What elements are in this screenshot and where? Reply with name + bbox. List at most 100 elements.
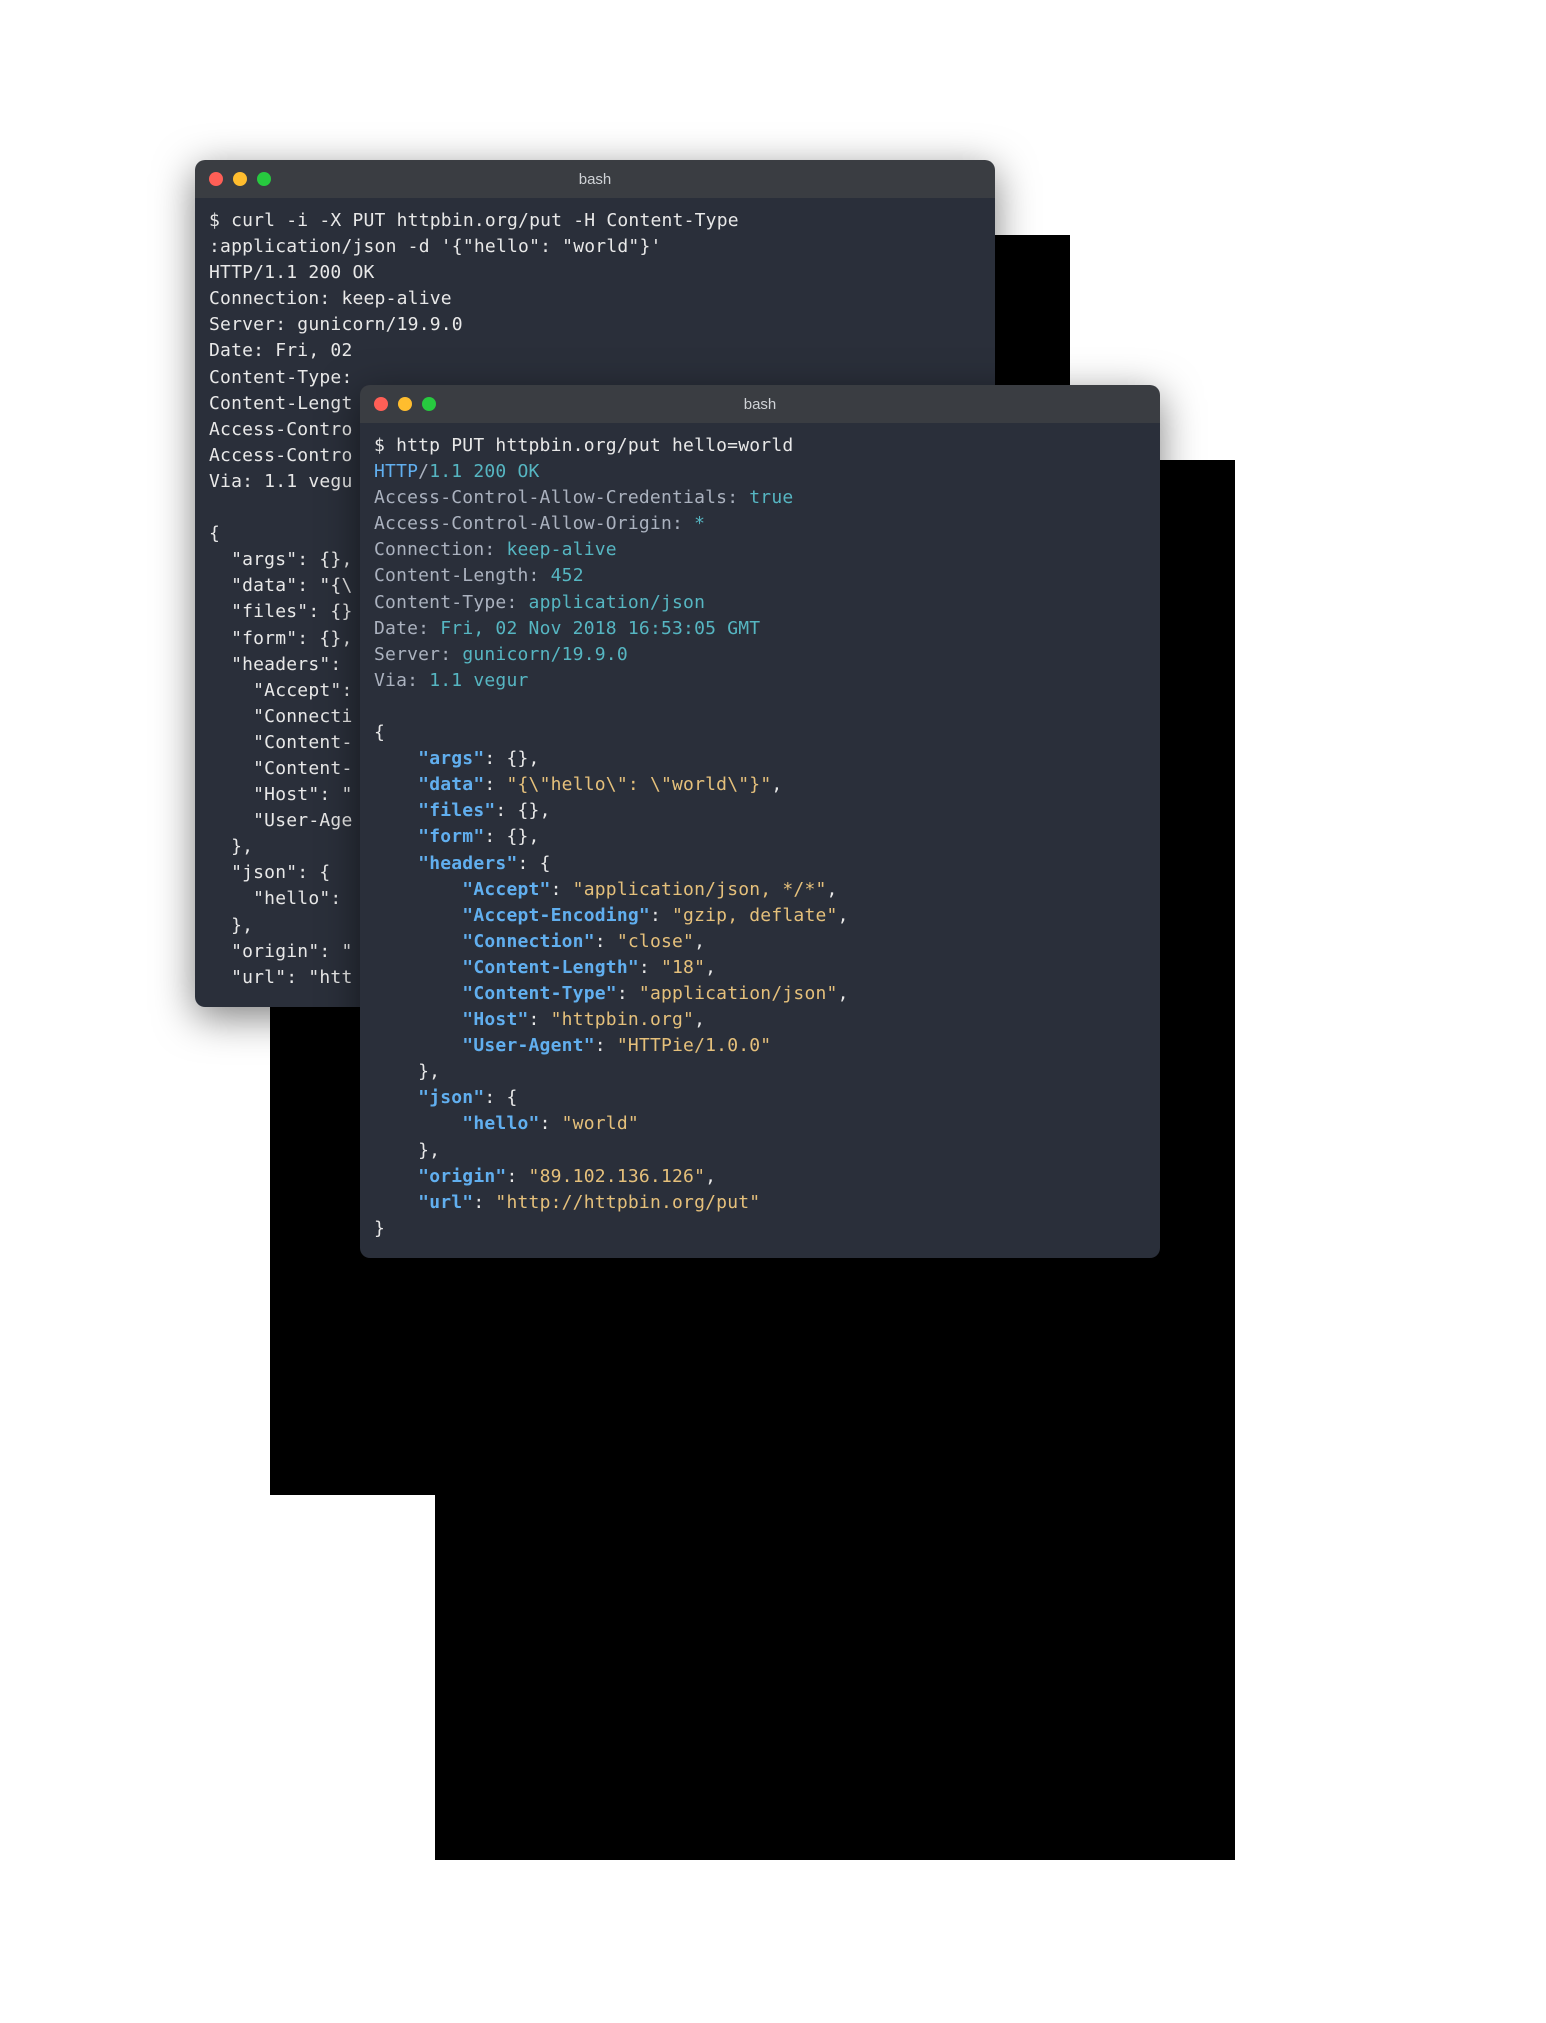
terminal-text-span (374, 774, 418, 795)
terminal-text-span: Content-Type: (209, 367, 364, 388)
terminal-text-span: "Host": " (209, 784, 352, 805)
terminal-window-2[interactable]: bash $ http PUT httpbin.org/put hello=wo… (360, 385, 1160, 1258)
terminal-text-span: {} (506, 826, 528, 847)
terminal-text-span: Server: gunicorn/19.9.0 (209, 314, 463, 335)
terminal-line: "Host": "httpbin.org", (374, 1007, 1146, 1033)
terminal-line: "User-Agent": "HTTPie/1.0.0" (374, 1033, 1146, 1059)
terminal-text-span: keep-alive (495, 539, 616, 560)
terminal-text-span: Content-Lengt (209, 393, 352, 414)
terminal-text-span: : (540, 1113, 562, 1134)
terminal-text-span: "gzip, deflate" (672, 905, 838, 926)
terminal-text-span: "headers": (209, 654, 352, 675)
terminal-text-span (374, 1113, 462, 1134)
terminal-line: "origin": "89.102.136.126", (374, 1164, 1146, 1190)
terminal-text-span: "args": {}, (209, 549, 352, 570)
terminal-line: "Content-Length": "18", (374, 955, 1146, 981)
terminal-text-span: : (506, 1166, 528, 1187)
terminal-text-span: Fri, 02 Nov 2018 16:53:05 GMT (429, 618, 760, 639)
terminal-text-span: "url" (418, 1192, 473, 1213)
terminal-text-span: Access-Contro (209, 419, 352, 440)
terminal-text-span: :application/json -d '{"hello": "world"}… (209, 236, 662, 257)
terminal-text-span (374, 1166, 418, 1187)
terminal-text-span: HTTP (374, 461, 418, 482)
terminal-text-span (374, 826, 418, 847)
terminal-line (374, 694, 1146, 720)
terminal-text-span (374, 1087, 418, 1108)
terminal-text-span: {} (518, 800, 540, 821)
terminal-text-span: * (683, 513, 705, 534)
terminal-line: Connection: keep-alive (209, 286, 981, 312)
terminal-text-span: : { (518, 853, 551, 874)
terminal-text-span: : (595, 931, 617, 952)
terminal-text-span: / (418, 461, 429, 482)
terminal-text-span: Content-Type (374, 592, 506, 613)
terminal-text-span: Access-Contro (209, 445, 352, 466)
terminal-text-span: "data": "{\ (209, 575, 352, 596)
terminal-text-span: "Host" (462, 1009, 528, 1030)
terminal-text-span: Via: 1.1 vegu (209, 471, 352, 492)
terminal-text-span: "origin": " (209, 941, 352, 962)
minimize-icon[interactable] (233, 172, 247, 186)
terminal-line: "files": {}, (374, 798, 1146, 824)
terminal-text-span: {} (506, 748, 528, 769)
terminal-text-span: : (727, 487, 738, 508)
terminal-line: Server: gunicorn/19.9.0 (209, 312, 981, 338)
close-icon[interactable] (374, 397, 388, 411)
titlebar-1[interactable]: bash (195, 160, 995, 198)
terminal-text-span: 452 (540, 565, 584, 586)
terminal-text-span: Content-Length (374, 565, 529, 586)
terminal-text-span: : (617, 983, 639, 1004)
terminal-text-span (374, 983, 462, 1004)
terminal-line: HTTP/1.1 200 OK (374, 459, 1146, 485)
terminal-text-span: , (838, 983, 849, 1004)
traffic-lights-1 (195, 172, 271, 186)
terminal-line: "headers": { (374, 851, 1146, 877)
terminal-body-2[interactable]: $ http PUT httpbin.org/put hello=worldHT… (360, 423, 1160, 1258)
terminal-text-span: : (484, 774, 506, 795)
terminal-text-span: "Content-Type" (462, 983, 617, 1004)
terminal-line: Via: 1.1 vegur (374, 668, 1146, 694)
minimize-icon[interactable] (398, 397, 412, 411)
terminal-line: "json": { (374, 1085, 1146, 1111)
terminal-text-span: "json": { (209, 862, 330, 883)
terminal-text-span: "form" (418, 826, 484, 847)
maximize-icon[interactable] (257, 172, 271, 186)
terminal-text-span: "Accept": (209, 680, 352, 701)
terminal-line: "Accept-Encoding": "gzip, deflate", (374, 903, 1146, 929)
terminal-text-span: { (209, 523, 220, 544)
terminal-text-span: : (484, 826, 506, 847)
terminal-text-span: gunicorn/19.9.0 (451, 644, 628, 665)
maximize-icon[interactable] (422, 397, 436, 411)
terminal-text-span: Date (374, 618, 418, 639)
terminal-text-span (374, 1192, 418, 1213)
terminal-text-span: true (738, 487, 793, 508)
terminal-line: $ curl -i -X PUT httpbin.org/put -H Cont… (209, 208, 981, 234)
terminal-text-span: "Connecti (209, 706, 352, 727)
terminal-text-span: { (374, 722, 385, 743)
terminal-text-span: : (650, 905, 672, 926)
terminal-text-span: "world" (562, 1113, 639, 1134)
terminal-text-span: : (529, 565, 540, 586)
terminal-text-span: "User-Agent" (462, 1035, 594, 1056)
terminal-text-span: Server (374, 644, 440, 665)
terminal-line: }, (374, 1138, 1146, 1164)
terminal-text-span: }, (209, 915, 253, 936)
terminal-text-span: : (440, 644, 451, 665)
terminal-text-span: "89.102.136.126" (529, 1166, 706, 1187)
titlebar-2[interactable]: bash (360, 385, 1160, 423)
terminal-text-span: "hello": (209, 888, 352, 909)
terminal-text-span: : (484, 748, 506, 769)
window-title-2: bash (360, 396, 1160, 413)
terminal-line: "Content-Type": "application/json", (374, 981, 1146, 1007)
terminal-line: "Accept": "application/json, */*", (374, 877, 1146, 903)
traffic-lights-2 (360, 397, 436, 411)
close-icon[interactable] (209, 172, 223, 186)
terminal-text-span: "User-Age (209, 810, 352, 831)
terminal-line: { (374, 720, 1146, 746)
terminal-text-span (374, 879, 462, 900)
terminal-text-span: 1.1 200 OK (429, 461, 539, 482)
terminal-text-span: }, (209, 836, 253, 857)
terminal-line: "data": "{\"hello\": \"world\"}", (374, 772, 1146, 798)
terminal-line: Connection: keep-alive (374, 537, 1146, 563)
terminal-line: }, (374, 1059, 1146, 1085)
